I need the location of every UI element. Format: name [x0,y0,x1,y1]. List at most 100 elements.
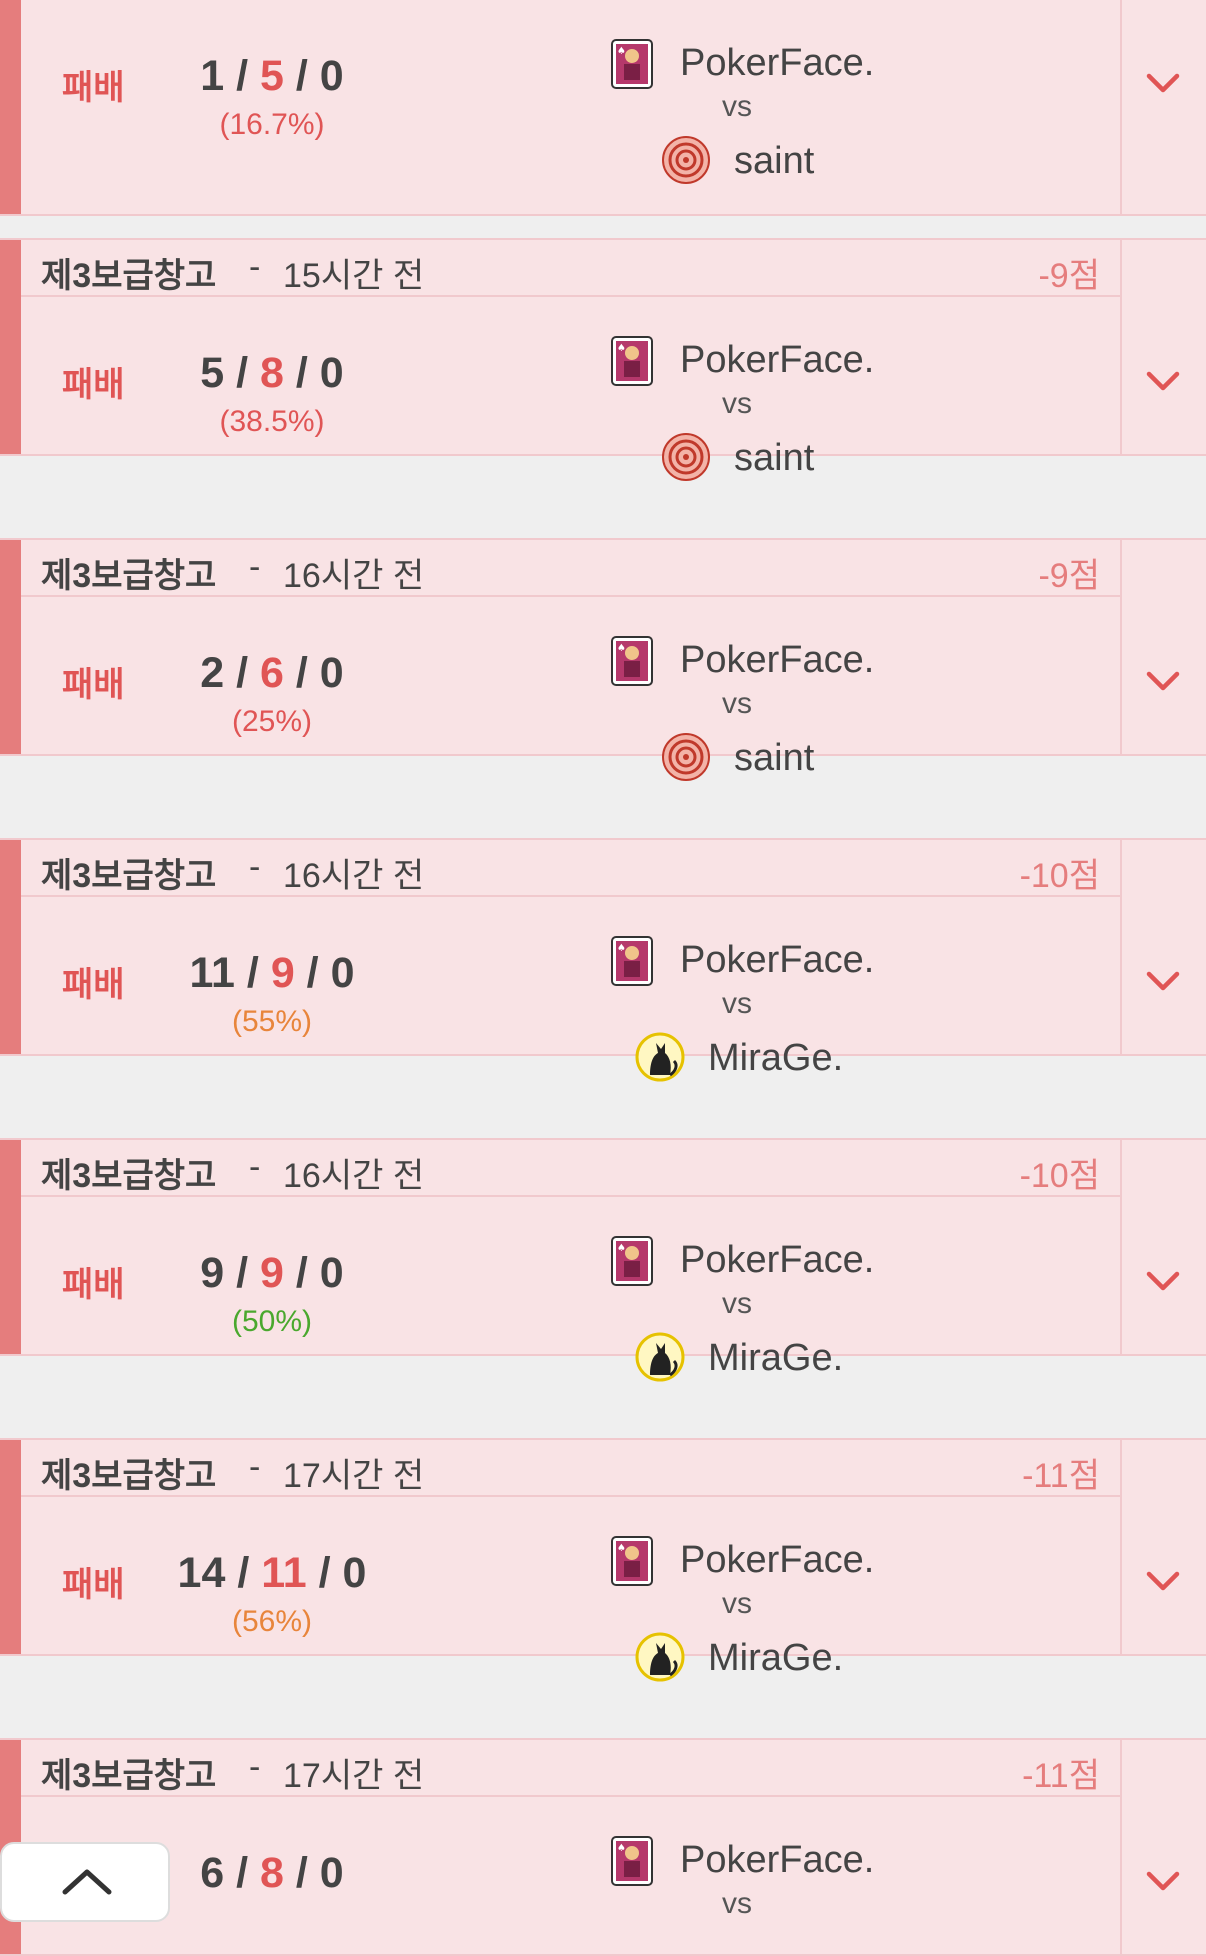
opponent-team-name[interactable]: saint [734,140,814,183]
pokerface-avatar-icon: ♠ [606,1535,658,1587]
map-name: 제3보급창고 [41,257,217,295]
match-card[interactable]: 제3보급창고 - 16시간 전 -10점 패배 9 / 9 / 0 (50%) … [0,1138,1206,1382]
result-label: 패배 [62,666,125,704]
kda-score: 6 / 8 / 0 [200,1849,344,1897]
chevron-down-icon[interactable] [1146,670,1180,692]
loss-indicator-stripe [0,540,21,754]
kda-score: 5 / 8 / 0 [200,349,344,397]
pokerface-avatar-icon: ♠ [606,1835,658,1887]
result-label: 패배 [62,69,125,107]
loss-indicator-stripe [0,1440,21,1654]
assists-value: 0 [342,1549,367,1597]
svg-text:♠: ♠ [617,1543,626,1554]
points-change: -10점 [1019,857,1100,895]
kda-score: 11 / 9 / 0 [189,949,355,997]
kill-ratio: (38.5%) [219,405,325,438]
match-card[interactable]: 제3보급창고 - 17시간 전 -11점 패배 14 / 11 / 0 (56%… [0,1438,1206,1682]
match-card[interactable]: 제3보급창고 - 17시간 전 -11점 6 / 8 / 0 ♠ PokerFa… [0,1738,1206,1956]
expand-area[interactable] [1120,840,1206,1054]
opponent-team-name[interactable]: MiraGe. [708,1337,843,1380]
points-change: -10점 [1019,1157,1100,1195]
match-card[interactable]: 제3보급창고 - 16시간 전 -9점 패배 2 / 6 / 0 (25%) ♠… [0,538,1206,781]
expand-area[interactable] [1120,0,1206,214]
deaths-value: 8 [260,349,284,397]
svg-text:♠: ♠ [617,46,626,57]
match-card[interactable]: 제3보급창고 - 15시간 전 -9점 패배 5 / 8 / 0 (38.5%)… [0,238,1206,481]
player-team-name[interactable]: PokerFace. [680,1839,874,1882]
kills-value: 2 [200,649,225,697]
player-team-name[interactable]: PokerFace. [680,639,874,682]
kills-value: 11 [189,949,235,997]
expand-area[interactable] [1120,240,1206,454]
match-time: 16시간 전 [283,557,425,595]
chevron-down-icon[interactable] [1146,970,1180,992]
scroll-to-top-button[interactable] [0,1842,170,1922]
loss-indicator-stripe [0,240,21,454]
map-name: 제3보급창고 [41,1457,217,1495]
points-change: -11점 [1022,1757,1100,1795]
expand-area[interactable] [1120,1140,1206,1354]
result-label: 패배 [62,966,125,1004]
chevron-down-icon[interactable] [1146,72,1180,94]
flower-avatar-icon [660,431,712,483]
match-header: 제3보급창고 - 16시간 전 -9점 [21,540,1120,597]
kill-ratio: (55%) [231,1005,313,1038]
assists-value: 0 [319,1849,344,1897]
versus-label: vs [722,1587,752,1620]
svg-text:♠: ♠ [617,943,626,954]
player-team-name[interactable]: PokerFace. [680,339,874,382]
expand-area[interactable] [1120,540,1206,754]
pokerface-avatar-icon: ♠ [606,1235,658,1287]
kda-score: 14 / 11 / 0 [177,1549,367,1597]
chevron-down-icon[interactable] [1146,1270,1180,1292]
map-name: 제3보급창고 [41,1757,217,1795]
kill-ratio: (50%) [231,1305,313,1338]
expand-area[interactable] [1120,1740,1206,1954]
opponent-team-name[interactable]: MiraGe. [708,1637,843,1680]
match-card[interactable]: 패배 1 / 5 / 0 (16.7%) ♠ PokerFace. vs sain… [0,0,1206,216]
header-separator: - [249,248,261,286]
match-header: 제3보급창고 - 17시간 전 -11점 [21,1440,1120,1497]
flower-avatar-icon [660,731,712,783]
deaths-value: 9 [260,1249,284,1297]
deaths-value: 11 [261,1549,307,1597]
kills-value: 5 [200,349,225,397]
header-separator: - [249,1748,261,1786]
match-card[interactable]: 제3보급창고 - 16시간 전 -10점 패배 11 / 9 / 0 (55%)… [0,838,1206,1082]
opponent-team-name[interactable]: saint [734,437,814,480]
pokerface-avatar-icon: ♠ [606,38,658,90]
deaths-value: 6 [260,649,284,697]
expand-area[interactable] [1120,1440,1206,1654]
header-separator: - [249,1448,261,1486]
result-label: 패배 [62,1266,125,1304]
chevron-down-icon[interactable] [1146,1870,1180,1892]
match-time: 17시간 전 [283,1457,425,1495]
result-label: 패배 [62,366,125,404]
kill-ratio: (56%) [231,1605,313,1638]
kda-score: 2 / 6 / 0 [200,649,344,697]
pokerface-avatar-icon: ♠ [606,935,658,987]
match-time: 17시간 전 [283,1757,425,1795]
kills-value: 9 [200,1249,225,1297]
player-team-name[interactable]: PokerFace. [680,939,874,982]
points-change: -9점 [1038,257,1100,295]
match-time: 15시간 전 [283,257,425,295]
player-team-name[interactable]: PokerFace. [680,1239,874,1282]
opponent-team-name[interactable]: saint [734,737,814,780]
chevron-down-icon[interactable] [1146,370,1180,392]
player-team-name[interactable]: PokerFace. [680,1539,874,1582]
svg-text:♠: ♠ [617,1843,626,1854]
kills-value: 6 [200,1849,225,1897]
opponent-team-name[interactable]: MiraGe. [708,1037,843,1080]
pokerface-avatar-icon: ♠ [606,635,658,687]
map-name: 제3보급창고 [41,857,217,895]
player-team-name[interactable]: PokerFace. [680,42,874,85]
chevron-down-icon[interactable] [1146,1570,1180,1592]
assists-value: 0 [319,649,344,697]
kill-ratio: (16.7%) [219,108,325,141]
versus-label: vs [722,687,752,720]
points-change: -9점 [1038,557,1100,595]
points-change: -11점 [1022,1457,1100,1495]
match-time: 16시간 전 [283,857,425,895]
loss-indicator-stripe [0,0,21,214]
